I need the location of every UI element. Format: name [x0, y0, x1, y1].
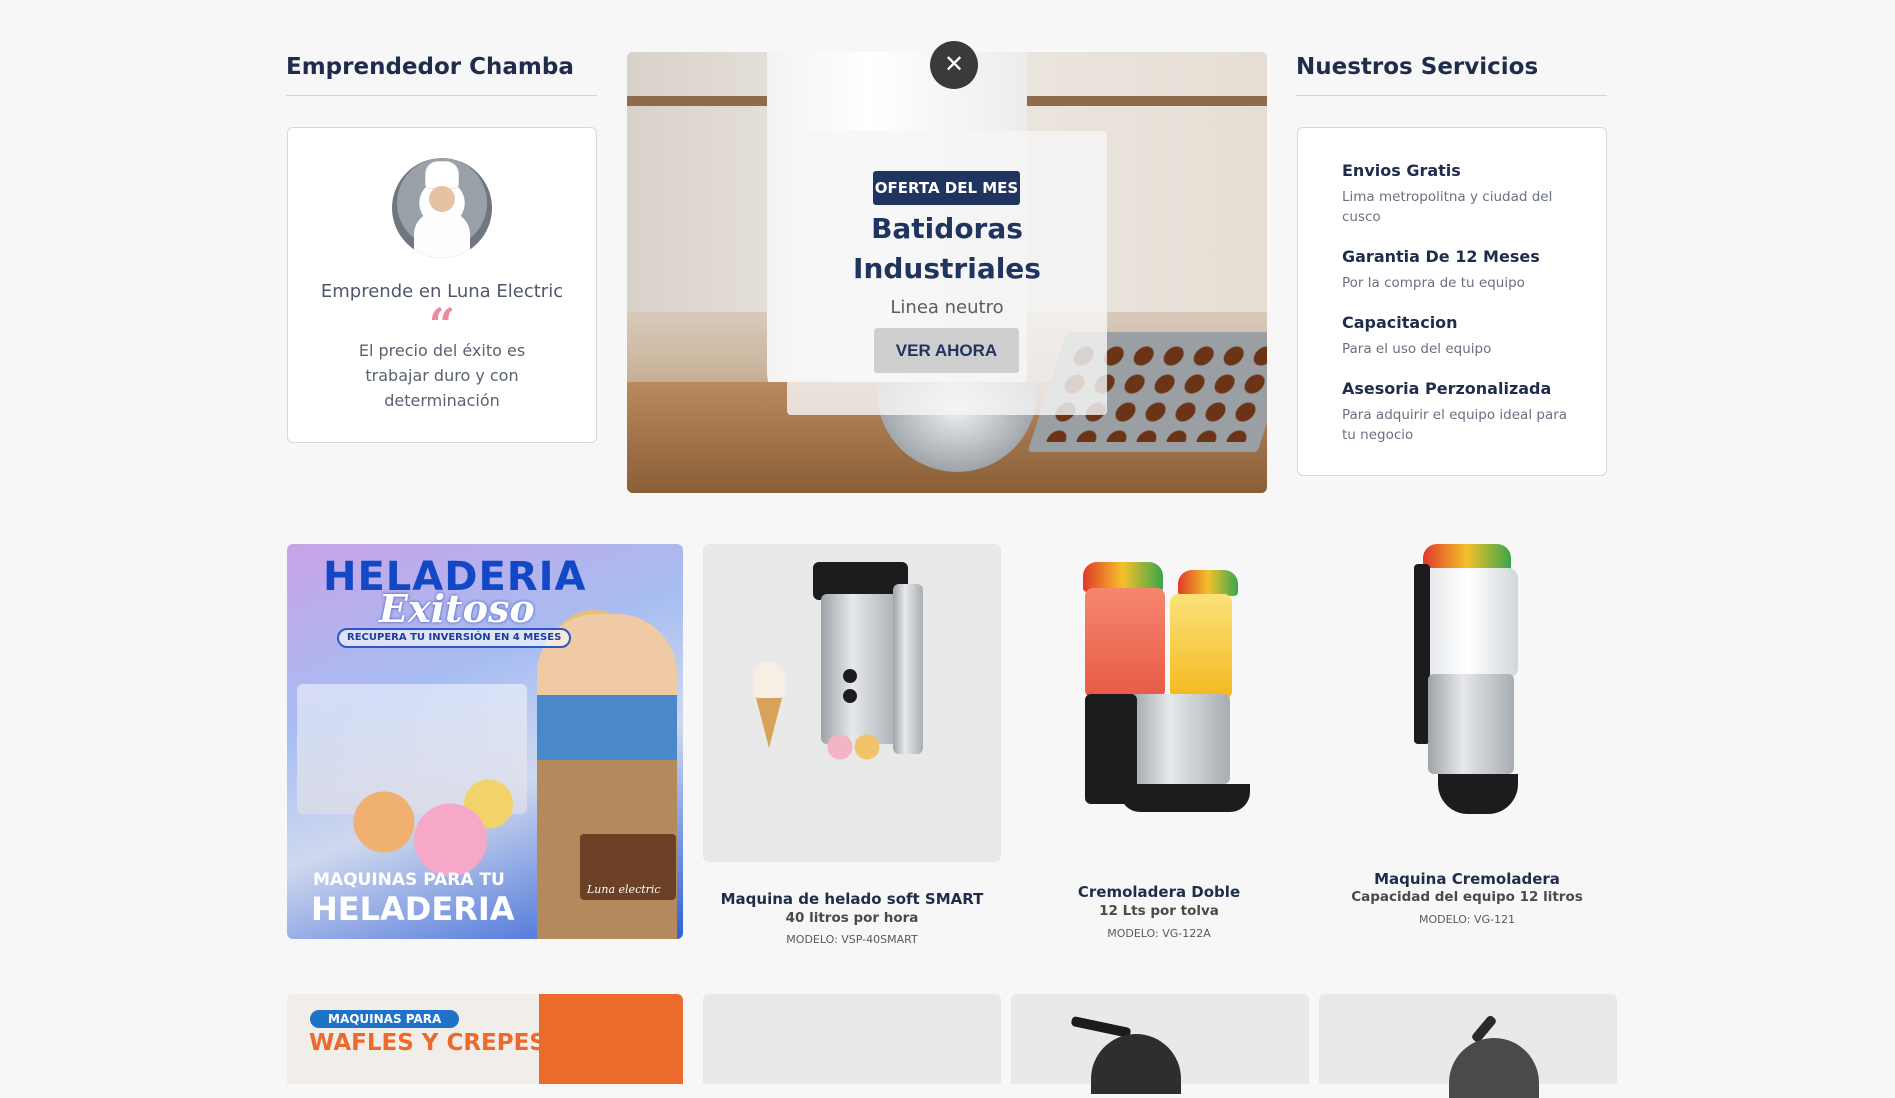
promo-pill: RECUPERA TU INVERSIÓN EN 4 MESES: [337, 628, 572, 648]
service-title: Garantia De 12 Meses: [1342, 247, 1540, 266]
product-capacity: Capacidad del equipo 12 litros: [1351, 889, 1583, 905]
service-desc: Para adquirir el equipo ideal para tu ne…: [1342, 407, 1568, 443]
service-desc: Para el uso del equipo: [1342, 341, 1492, 357]
testimonial-card: Emprende en Luna Electric “ El precio de…: [287, 127, 597, 443]
service-title: Asesoria Perzonalizada: [1342, 379, 1552, 398]
promo-banner-heladeria[interactable]: HELADERIA Exitoso RECUPERA TU INVERSIÓN …: [287, 544, 683, 939]
service-title: Envios Gratis: [1342, 161, 1461, 180]
promo-title: WAFLES Y CREPES: [309, 1030, 546, 1056]
product-name[interactable]: Maquina Cremoladera: [1318, 870, 1616, 888]
promo-bottom-line2: HELADERIA: [311, 890, 515, 928]
section-title-servicios: Nuestros Servicios: [1296, 54, 1539, 80]
promo-banner-wafles[interactable]: MAQUINAS PARA WAFLES Y CREPES: [287, 994, 683, 1084]
section-divider: [1296, 95, 1607, 96]
product-capacity: 12 Lts por tolva: [1099, 903, 1219, 919]
product-model: MODELO: VG-122A: [1107, 927, 1211, 940]
product-image-waffle-maker[interactable]: [1319, 994, 1617, 1098]
product-capacity: 40 litros por hora: [785, 910, 919, 926]
hero-subtitle: Linea neutro: [890, 297, 1004, 318]
product-image-cremoladera-doble[interactable]: [1010, 544, 1308, 844]
service-title: Capacitacion: [1342, 313, 1458, 332]
service-desc: Lima metropolitna y ciudad del cusco: [1342, 189, 1553, 225]
promo-subtitle: Exitoso: [379, 586, 535, 631]
hero-title: Batidoras Industriales: [853, 212, 1041, 285]
product-image-cremoladera[interactable]: [1318, 544, 1616, 834]
promo-bottom-line1: MAQUINAS PARA TU: [313, 870, 505, 890]
ver-ahora-button[interactable]: VER AHORA: [874, 328, 1019, 373]
service-desc: Por la compra de tu equipo: [1342, 275, 1525, 291]
product-model: MODELO: VSP-40SMART: [786, 933, 918, 946]
section-title-emprendedor: Emprendedor Chamba: [286, 54, 574, 80]
section-divider: [286, 95, 597, 96]
offer-badge: OFERTA DEL MES: [873, 171, 1020, 205]
product-model: MODELO: VG-121: [1419, 913, 1515, 926]
brand-label: Luna electric: [587, 883, 661, 896]
product-image-placeholder[interactable]: [703, 994, 1001, 1084]
testimonial-quote: El precio del éxito es trabajar duro y c…: [358, 341, 526, 410]
promo-pill: MAQUINAS PARA: [310, 1010, 460, 1028]
close-icon[interactable]: ✕: [930, 41, 978, 89]
product-name[interactable]: Cremoladera Doble: [1010, 883, 1308, 901]
product-image-waffle-maker[interactable]: [1011, 994, 1309, 1094]
product-name[interactable]: Maquina de helado soft SMART: [703, 890, 1001, 908]
chef-avatar: [392, 158, 492, 258]
product-image-soft-serve[interactable]: [703, 544, 1001, 862]
